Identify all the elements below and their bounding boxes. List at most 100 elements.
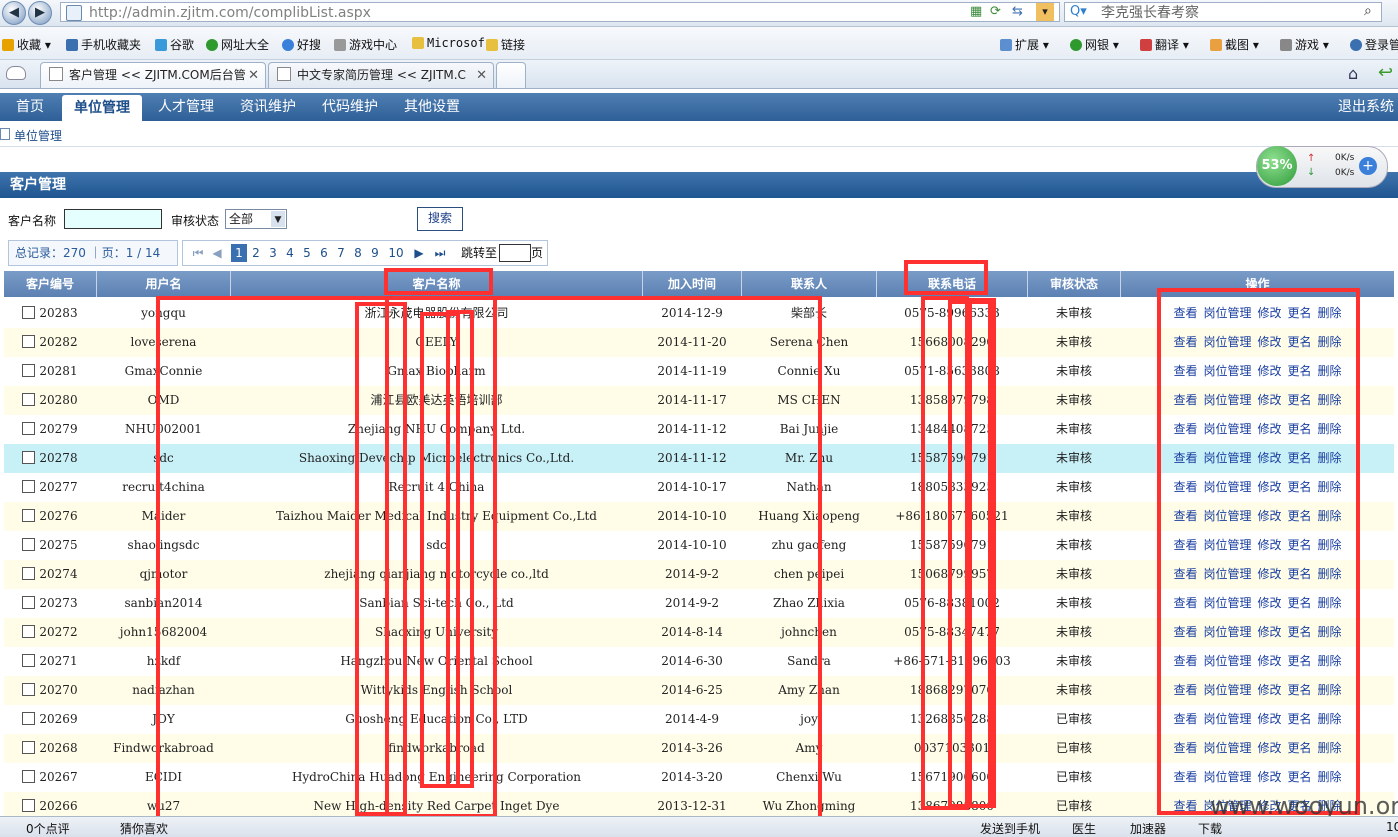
favorites-item[interactable]: 游戏中心 <box>334 36 397 53</box>
send-to-phone[interactable]: 发送到手机 <box>980 820 1040 837</box>
favorites-item[interactable]: Microsof <box>412 36 485 50</box>
col-header-status[interactable]: 审核状态 <box>1028 271 1121 297</box>
nav-item-talent[interactable]: 人才管理 <box>158 93 214 121</box>
page-link[interactable]: 2 <box>249 244 263 262</box>
row-checkbox[interactable] <box>22 567 36 580</box>
row-checkbox[interactable] <box>22 306 36 319</box>
row-checkbox[interactable] <box>22 538 36 551</box>
annotation-box <box>446 310 474 788</box>
tab-bar: 客户管理 << ZJITM.COM后台管 ✕ 中文专家简历管理 << ZJITM.… <box>0 60 1398 89</box>
forward-icon[interactable]: ▶ <box>28 1 52 25</box>
page-links: ⏮ ◀ 1 2 3 4 5 6 7 8 9 10 ▶ ⏭ 跳转至 页 <box>182 240 548 266</box>
search-input[interactable]: 李克强长春考察 <box>1064 2 1382 22</box>
page-link[interactable]: 8 <box>351 244 365 262</box>
page-link[interactable]: 1 <box>231 244 247 262</box>
row-checkbox[interactable] <box>22 654 36 667</box>
nav-item-settings[interactable]: 其他设置 <box>404 93 460 121</box>
row-checkbox[interactable] <box>22 509 36 522</box>
cell-status-text: 未审核 <box>1055 422 1092 436</box>
prev-page-icon[interactable]: ◀ <box>211 244 223 262</box>
page-link[interactable]: 3 <box>266 244 280 262</box>
jump-page-input[interactable] <box>499 244 531 262</box>
nav-item-news[interactable]: 资讯维护 <box>240 93 296 121</box>
page-link[interactable]: 6 <box>317 244 331 262</box>
new-tab-button[interactable] <box>496 62 526 88</box>
cell-id-text: 20277 <box>39 480 78 494</box>
tool-game[interactable]: 游戏 ▾ <box>1280 36 1329 53</box>
qr-icon[interactable]: ▦ <box>970 4 982 19</box>
accelerator-status[interactable]: 加速器 <box>1130 820 1166 837</box>
row-checkbox[interactable] <box>22 451 36 464</box>
next-page-icon[interactable]: ▶ <box>413 244 425 262</box>
breadcrumb-link[interactable]: 单位管理 <box>14 127 62 144</box>
tab-expert-resume[interactable]: 中文专家简历管理 << ZJITM.C ✕ <box>268 62 494 88</box>
switch-icon[interactable]: ⇆ <box>1012 4 1023 19</box>
last-page-icon[interactable]: ⏭ <box>433 244 447 262</box>
zoom-status[interactable]: 10 <box>1386 820 1398 834</box>
nav-item-code[interactable]: 代码维护 <box>322 93 378 121</box>
search-form: 客户名称 审核状态 全部 ▼ 搜索 <box>0 204 1398 234</box>
page-link[interactable]: 9 <box>368 244 382 262</box>
page-icon <box>66 5 82 21</box>
url-input[interactable]: http://admin.zjitm.com/complibList.aspx <box>60 2 1060 22</box>
download-status[interactable]: 下载 <box>1198 820 1222 837</box>
cloud-icon[interactable] <box>6 66 26 80</box>
comments-status[interactable]: 0个点评 <box>26 820 70 837</box>
row-checkbox[interactable] <box>22 799 36 812</box>
page-link[interactable]: 5 <box>300 244 314 262</box>
logout-link[interactable]: 退出系统 <box>1338 93 1394 121</box>
row-checkbox[interactable] <box>22 683 36 696</box>
page-link[interactable]: 4 <box>283 244 297 262</box>
tool-screenshot[interactable]: 截图 ▾ <box>1210 36 1259 53</box>
search-engine-icon[interactable]: Q▾ <box>1070 4 1087 19</box>
status-select[interactable]: 全部 ▼ <box>225 209 287 229</box>
favorites-item[interactable]: 谷歌 <box>155 36 194 53</box>
row-checkbox[interactable] <box>22 770 36 783</box>
row-checkbox[interactable] <box>22 712 36 725</box>
row-checkbox[interactable] <box>22 422 36 435</box>
cell-id-text: 20272 <box>39 625 78 639</box>
plus-icon[interactable]: + <box>1359 157 1377 175</box>
row-checkbox[interactable] <box>22 364 36 377</box>
row-checkbox[interactable] <box>22 480 36 493</box>
cell-status: 未审核 <box>1028 618 1120 647</box>
nav-item-company[interactable]: 单位管理 <box>62 95 142 121</box>
row-checkbox[interactable] <box>22 625 36 638</box>
nav-item-home[interactable]: 首页 <box>16 93 44 121</box>
speed-widget[interactable]: 53% ↑ ↓ 0K/s 0K/s + <box>1256 146 1388 188</box>
tab-customer-manage[interactable]: 客户管理 << ZJITM.COM后台管 ✕ <box>40 62 266 88</box>
customer-name-input[interactable] <box>64 209 162 229</box>
col-header-user[interactable]: 用户名 <box>97 271 231 297</box>
refresh-icon[interactable]: ⟳ <box>990 4 1001 19</box>
favorites-item[interactable]: 收藏 ▾ <box>2 36 51 53</box>
page-link[interactable]: 7 <box>334 244 348 262</box>
close-icon[interactable]: ✕ <box>476 63 487 88</box>
back-icon[interactable]: ◀ <box>2 1 26 25</box>
doctor-status[interactable]: 医生 <box>1072 820 1096 837</box>
favorites-item[interactable]: 手机收藏夹 <box>66 36 141 53</box>
favorites-item[interactable]: 链接 <box>486 36 525 53</box>
favorites-item[interactable]: 好搜 <box>282 36 321 53</box>
undo-icon[interactable]: ↩ <box>1378 62 1393 83</box>
magnifier-icon[interactable]: ⌕ <box>1364 3 1372 19</box>
chevron-down-icon[interactable]: ▾ <box>1036 3 1054 21</box>
col-header-date[interactable]: 加入时间 <box>643 271 742 297</box>
tool-login[interactable]: 登录管 <box>1350 36 1398 53</box>
row-checkbox[interactable] <box>22 335 36 348</box>
search-button[interactable]: 搜索 <box>417 207 463 231</box>
first-page-icon[interactable]: ⏮ <box>191 244 205 262</box>
row-checkbox[interactable] <box>22 741 36 754</box>
tool-extend[interactable]: 扩展 ▾ <box>1000 36 1049 53</box>
tool-bank[interactable]: 网银 ▾ <box>1070 36 1119 53</box>
close-icon[interactable]: ✕ <box>248 63 259 88</box>
favorites-item[interactable]: 网址大全 <box>206 36 269 53</box>
row-checkbox[interactable] <box>22 393 36 406</box>
col-header-id[interactable]: 客户编号 <box>4 271 97 297</box>
tool-translate[interactable]: 翻译 ▾ <box>1140 36 1189 53</box>
col-header-contact[interactable]: 联系人 <box>742 271 877 297</box>
home-icon[interactable]: ⌂ <box>1348 64 1358 83</box>
guess-status[interactable]: 猜你喜欢 <box>120 820 168 837</box>
page-link[interactable]: 10 <box>385 244 407 262</box>
row-checkbox[interactable] <box>22 596 36 609</box>
cell-status: 未审核 <box>1028 647 1120 676</box>
